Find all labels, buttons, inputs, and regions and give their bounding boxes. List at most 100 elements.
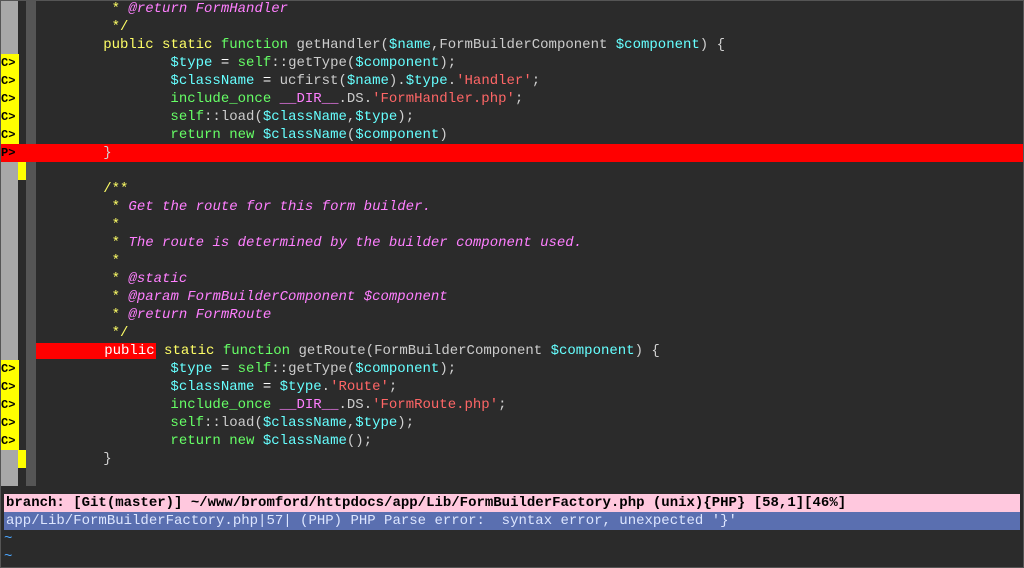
code-line[interactable]: * @param FormBuilderComponent $component	[0, 288, 1024, 306]
change-marker	[19, 432, 27, 450]
code-text[interactable]: self::load($className,$type);	[36, 414, 1024, 432]
code-text[interactable]: public static function getRoute(FormBuil…	[36, 342, 1024, 360]
code-lines[interactable]: * @return FormHandler */ public static f…	[0, 0, 1024, 486]
code-line[interactable]: C> $className = ucfirst($name).$type.'Ha…	[0, 72, 1024, 90]
fold-column	[26, 180, 36, 198]
code-editor[interactable]: * @return FormHandler */ public static f…	[0, 0, 1024, 568]
change-marker	[18, 252, 26, 270]
gutter	[0, 252, 36, 270]
code-text[interactable]: return new $className($component)	[36, 126, 1024, 144]
code-line[interactable]	[0, 162, 1024, 180]
change-marker	[18, 270, 26, 288]
code-line[interactable]: C> $type = self::getType($component);	[0, 54, 1024, 72]
code-line[interactable]: * The route is determined by the builder…	[0, 234, 1024, 252]
code-text[interactable]: *	[36, 252, 1024, 270]
code-line[interactable]: * @static	[0, 270, 1024, 288]
fold-column	[26, 126, 36, 144]
code-text[interactable]	[36, 162, 1024, 180]
fold-column	[26, 252, 36, 270]
code-text[interactable]: * @static	[36, 270, 1024, 288]
code-text[interactable]: *	[36, 216, 1024, 234]
code-text[interactable]: self::load($className,$type);	[36, 108, 1024, 126]
change-marker	[19, 90, 27, 108]
sign-marker: C>	[0, 108, 19, 126]
fold-column	[26, 72, 36, 90]
code-line[interactable]: C> self::load($className,$type);	[0, 414, 1024, 432]
code-line[interactable]: /**	[0, 180, 1024, 198]
code-text[interactable]: $type = self::getType($component);	[36, 54, 1024, 72]
code-text[interactable]: }	[36, 144, 1024, 162]
code-line[interactable]: * @return FormRoute	[0, 306, 1024, 324]
code-line[interactable]: C> $className = $type.'Route';	[0, 378, 1024, 396]
code-text[interactable]: include_once __DIR__.DS.'FormHandler.php…	[36, 90, 1024, 108]
fold-column	[26, 216, 36, 234]
sign-marker: C>	[0, 396, 19, 414]
gutter	[0, 36, 36, 54]
code-text[interactable]: $type = self::getType($component);	[36, 360, 1024, 378]
fold-column	[26, 108, 36, 126]
sign-marker: C>	[0, 126, 19, 144]
code-line[interactable]: */	[0, 18, 1024, 36]
code-line[interactable]: C> return new $className();	[0, 432, 1024, 450]
code-line[interactable]: public static function getRoute(FormBuil…	[0, 342, 1024, 360]
gutter	[0, 216, 36, 234]
code-line[interactable]: P> }	[0, 144, 1024, 162]
fold-column	[26, 450, 36, 468]
vim-tilde: ~	[4, 548, 12, 566]
code-text[interactable]: $className = $type.'Route';	[36, 378, 1024, 396]
code-line[interactable]: C> return new $className($component)	[0, 126, 1024, 144]
change-marker	[19, 126, 27, 144]
gutter: C>	[0, 126, 36, 144]
sign-marker: C>	[0, 90, 19, 108]
code-text[interactable]: $className = ucfirst($name).$type.'Handl…	[36, 72, 1024, 90]
gutter	[0, 342, 36, 360]
change-marker	[19, 144, 27, 162]
code-line[interactable]: */	[0, 324, 1024, 342]
code-line[interactable]	[0, 468, 1024, 486]
code-text[interactable]: */	[36, 18, 1024, 36]
fold-column	[26, 414, 36, 432]
code-line[interactable]: C> $type = self::getType($component);	[0, 360, 1024, 378]
gutter: C>	[0, 396, 36, 414]
change-marker	[18, 468, 26, 486]
code-line[interactable]: C> include_once __DIR__.DS.'FormRoute.ph…	[0, 396, 1024, 414]
code-line[interactable]: }	[0, 450, 1024, 468]
code-text[interactable]: * The route is determined by the builder…	[36, 234, 1024, 252]
gutter: C>	[0, 54, 36, 72]
gutter	[0, 234, 36, 252]
code-line[interactable]: * @return FormHandler	[0, 0, 1024, 18]
code-line[interactable]: C> self::load($className,$type);	[0, 108, 1024, 126]
gutter	[0, 0, 36, 18]
gutter: C>	[0, 360, 36, 378]
change-marker	[18, 216, 26, 234]
fold-column	[26, 144, 36, 162]
code-text[interactable]: }	[36, 450, 1024, 468]
change-marker	[18, 18, 26, 36]
fold-column	[26, 90, 36, 108]
code-text[interactable]: * @param FormBuilderComponent $component	[36, 288, 1024, 306]
code-text[interactable]: * @return FormHandler	[36, 0, 1024, 18]
fold-column	[26, 0, 36, 18]
code-text[interactable]: */	[36, 324, 1024, 342]
gutter	[0, 162, 36, 180]
code-text[interactable]: include_once __DIR__.DS.'FormRoute.php';	[36, 396, 1024, 414]
fold-column	[26, 396, 36, 414]
code-text[interactable]	[36, 468, 1024, 486]
sign-marker: C>	[0, 414, 19, 432]
fold-column	[26, 270, 36, 288]
code-line[interactable]: C> include_once __DIR__.DS.'FormHandler.…	[0, 90, 1024, 108]
code-text[interactable]: return new $className();	[36, 432, 1024, 450]
code-text[interactable]: * @return FormRoute	[36, 306, 1024, 324]
code-line[interactable]: *	[0, 216, 1024, 234]
code-text[interactable]: /**	[36, 180, 1024, 198]
code-text[interactable]: * Get the route for this form builder.	[36, 198, 1024, 216]
change-marker	[19, 72, 27, 90]
sign-marker: C>	[0, 54, 19, 72]
code-text[interactable]: public static function getHandler($name,…	[36, 36, 1024, 54]
fold-column	[26, 342, 36, 360]
code-line[interactable]: *	[0, 252, 1024, 270]
code-line[interactable]: public static function getHandler($name,…	[0, 36, 1024, 54]
gutter	[0, 306, 36, 324]
gutter: P>	[0, 144, 36, 162]
code-line[interactable]: * Get the route for this form builder.	[0, 198, 1024, 216]
